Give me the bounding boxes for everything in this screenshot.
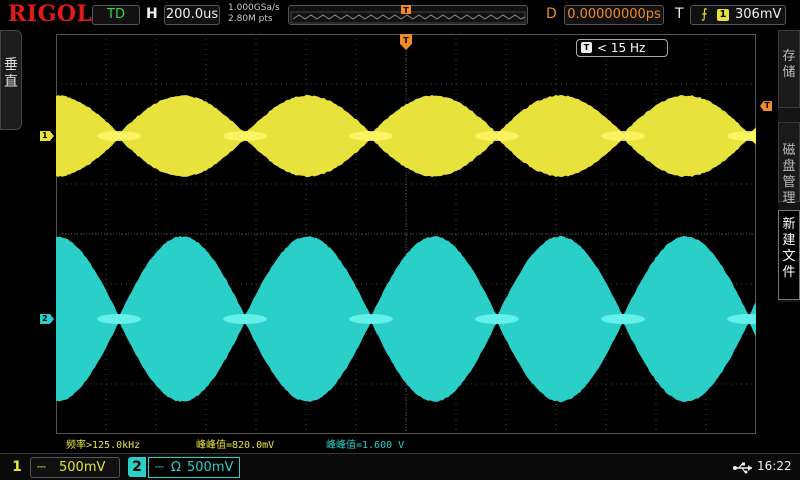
vertical-menu-tab[interactable]: 垂 直 bbox=[0, 30, 22, 130]
timebase-value[interactable]: 200.0us bbox=[164, 5, 220, 25]
softkey-char: 磁 bbox=[779, 143, 799, 159]
softkey-char: 管 bbox=[779, 175, 799, 191]
trigger-position-marker[interactable]: T bbox=[400, 34, 412, 50]
waveform-display[interactable] bbox=[56, 34, 756, 434]
ch2-scale: 500mV bbox=[187, 458, 233, 477]
sample-rate: 1.000GSa/s bbox=[228, 3, 280, 14]
acquisition-info: 1.000GSa/s 2.80M pts bbox=[228, 3, 280, 25]
measurement-bar: 频率>125.0kHz 峰峰值=820.0mV 峰峰值=1.600 V bbox=[56, 436, 756, 450]
measurement-vpp-ch1[interactable]: 峰峰值=820.0mV bbox=[196, 436, 274, 451]
dc-coupling-icon: ⎓ bbox=[37, 457, 46, 476]
softkey-menu: 存 储 磁 盘 管 理 新 建 文 件 bbox=[778, 30, 800, 302]
ch2-number[interactable]: 2 bbox=[128, 457, 146, 477]
ch1-number[interactable]: 1 bbox=[8, 457, 26, 477]
impedance-icon: Ω bbox=[171, 458, 181, 477]
ch1-waveform bbox=[56, 95, 756, 176]
softkey-char: 理 bbox=[779, 191, 799, 207]
trigger-level-marker[interactable]: T bbox=[760, 101, 772, 111]
trigger-counter-icon: T bbox=[581, 42, 592, 53]
timebase-label: H bbox=[146, 6, 158, 22]
clock: 16:22 bbox=[757, 459, 792, 473]
memory-overview-bar[interactable]: T bbox=[288, 5, 528, 25]
rising-edge-icon: ⨍ bbox=[701, 6, 708, 24]
ch2-settings[interactable]: ⎓ Ω 500mV bbox=[148, 457, 240, 478]
softkey-char: 件 bbox=[779, 265, 799, 281]
delay-label: D bbox=[546, 6, 557, 22]
softkey-char: 盘 bbox=[779, 159, 799, 175]
frequency-counter-value: < 15 Hz bbox=[597, 40, 645, 56]
softkey-char: 存 bbox=[779, 49, 799, 65]
trigger-label: T bbox=[675, 6, 684, 22]
brand-logo: RIGOL bbox=[8, 1, 93, 27]
top-status-bar: RIGOL TD H 200.0us 1.000GSa/s 2.80M pts … bbox=[0, 0, 800, 30]
vertical-tab-char: 垂 bbox=[1, 57, 21, 74]
ch1-offset-marker[interactable]: 1 bbox=[40, 131, 54, 141]
memory-depth: 2.80M pts bbox=[228, 14, 280, 25]
trigger-source: 1 bbox=[717, 9, 729, 21]
trigger-settings[interactable]: ⨍ 1 306mV bbox=[690, 5, 786, 25]
softkey-disk-management[interactable]: 磁 盘 管 理 bbox=[778, 122, 800, 202]
svg-text:T: T bbox=[403, 6, 409, 15]
vertical-tab-char: 直 bbox=[1, 74, 21, 91]
horizontal-delay-value[interactable]: 0.00000000ps bbox=[564, 5, 664, 25]
measurement-frequency[interactable]: 频率>125.0kHz bbox=[66, 436, 140, 451]
dc-coupling-icon: ⎓ bbox=[155, 457, 164, 476]
usb-icon bbox=[732, 461, 754, 475]
softkey-save[interactable]: 存 储 bbox=[778, 30, 800, 108]
frequency-counter[interactable]: T < 15 Hz bbox=[576, 39, 668, 57]
ch1-scale: 500mV bbox=[59, 458, 105, 477]
softkey-char: 新 bbox=[779, 217, 799, 233]
trigger-position-label: T bbox=[403, 36, 409, 45]
softkey-char: 文 bbox=[779, 249, 799, 265]
trigger-level-value: 306mV bbox=[735, 6, 781, 24]
channel-status-bar: 1 ⎓ 500mV 2 ⎓ Ω 500mV 16:22 bbox=[0, 453, 800, 480]
softkey-char: 储 bbox=[779, 65, 799, 81]
run-mode-indicator[interactable]: TD bbox=[92, 5, 140, 25]
trigger-position-memory-icon: T bbox=[401, 5, 413, 17]
ch2-waveform bbox=[56, 236, 756, 401]
ch1-settings[interactable]: ⎓ 500mV bbox=[30, 457, 120, 478]
softkey-new-file[interactable]: 新 建 文 件 bbox=[778, 210, 800, 300]
measurement-vpp-ch2[interactable]: 峰峰值=1.600 V bbox=[326, 436, 404, 451]
ch2-offset-marker[interactable]: 2 bbox=[40, 314, 54, 324]
softkey-char: 建 bbox=[779, 233, 799, 249]
